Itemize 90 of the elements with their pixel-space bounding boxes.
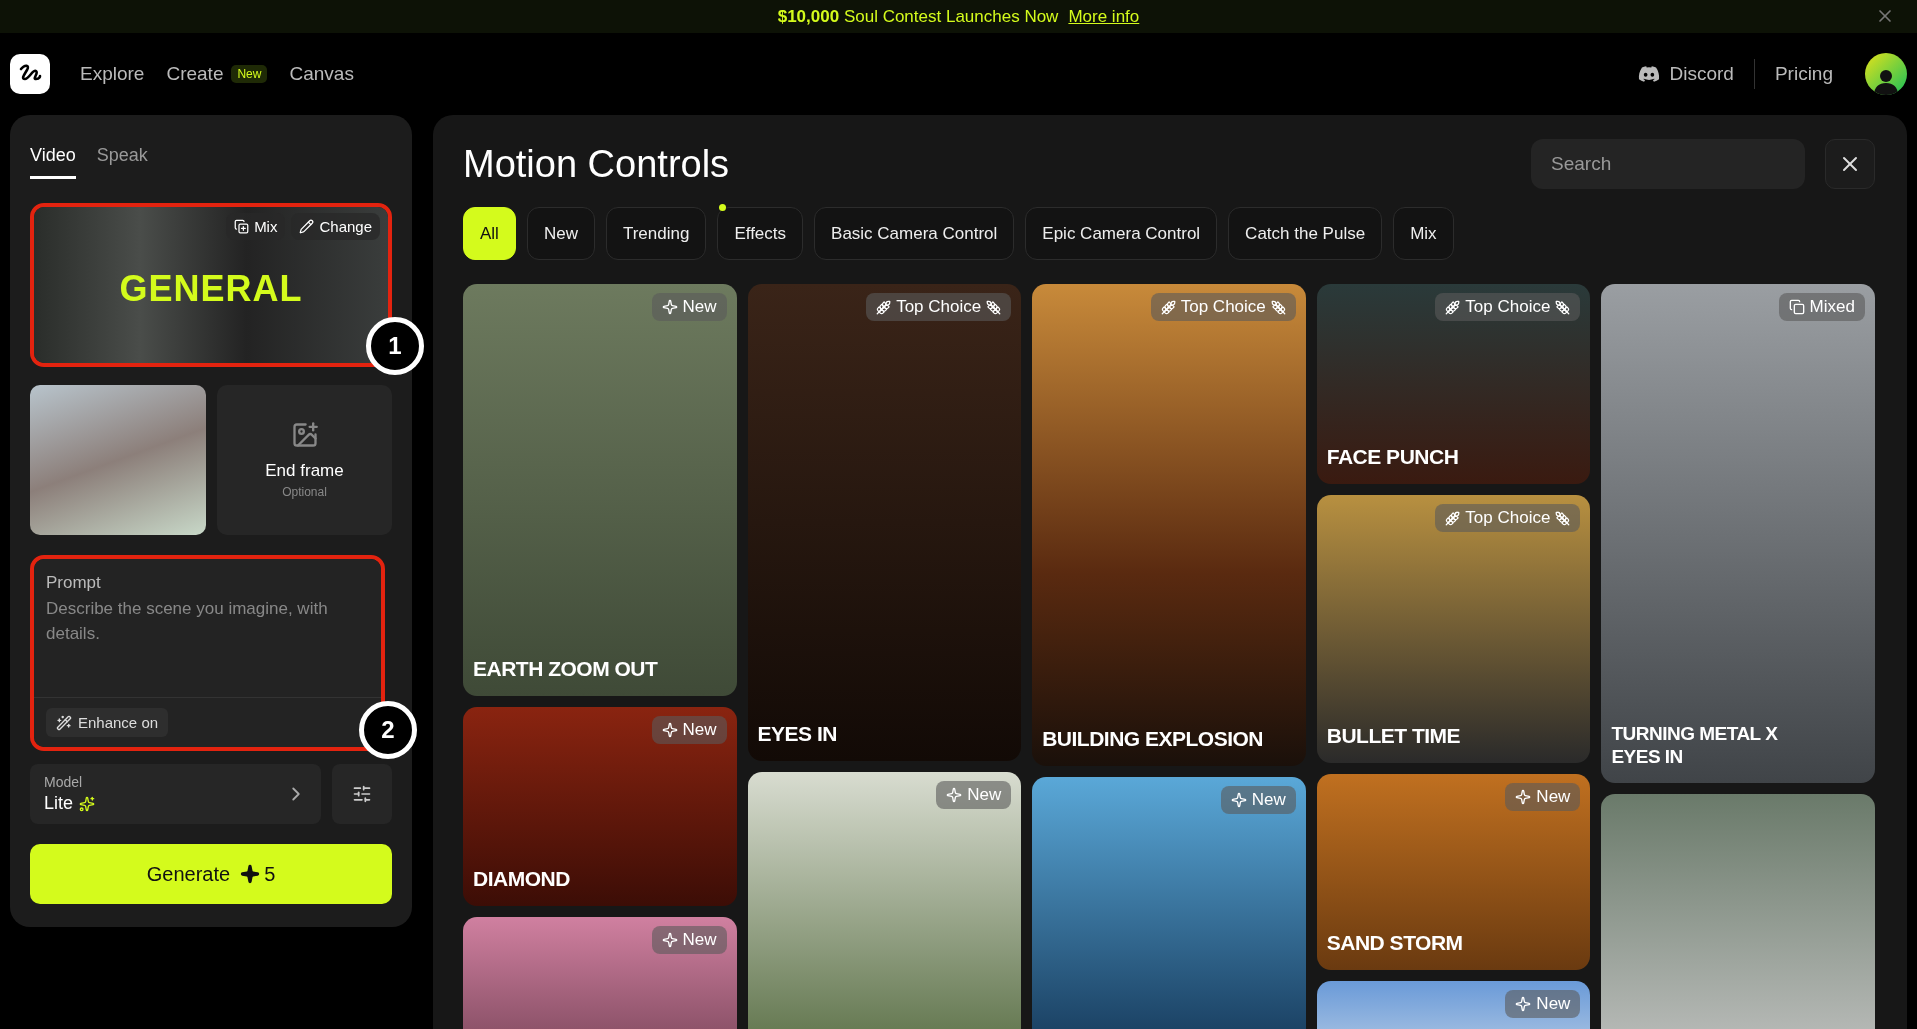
sliders-icon bbox=[352, 784, 372, 804]
step-marker: 1 bbox=[366, 317, 424, 375]
enhance-button[interactable]: Enhance on bbox=[46, 708, 169, 737]
wand-icon bbox=[56, 714, 72, 731]
badge-label: Top Choice bbox=[896, 297, 982, 317]
badge-label: New bbox=[1251, 790, 1286, 810]
pencil-icon bbox=[299, 219, 315, 234]
badge-label: New bbox=[682, 720, 717, 740]
preset-card[interactable]: Mix Change GENERAL bbox=[34, 207, 388, 363]
mode-tab[interactable]: Video bbox=[30, 145, 76, 179]
wheat-icon bbox=[986, 299, 1002, 315]
wheat-icon bbox=[1160, 299, 1176, 315]
more-info-link[interactable]: More info bbox=[1068, 6, 1140, 27]
panel-title: Motion Controls bbox=[463, 142, 731, 186]
badge-label: Mixed bbox=[1809, 297, 1855, 317]
search-field[interactable]: Search bbox=[1531, 139, 1805, 189]
badge-label: New bbox=[682, 297, 717, 317]
filter-chip[interactable]: Epic Camera Control bbox=[1025, 207, 1218, 260]
wheat-icon bbox=[1445, 510, 1461, 526]
banner-text: $10,000 Soul Contest Launches Now bbox=[777, 6, 1059, 27]
wheat-icon bbox=[1555, 510, 1571, 526]
sparkles-icon bbox=[79, 795, 96, 812]
card-title: TURNING METAL X EYES IN bbox=[1611, 721, 1779, 769]
effect-card[interactable]: Top Choice FACE PUNCH bbox=[1316, 284, 1591, 484]
prompt-field[interactable]: Prompt Describe the scene you imagine, with details. Enhance on bbox=[34, 559, 381, 747]
nav-link[interactable]: Explore bbox=[80, 63, 145, 85]
effect-card[interactable]: New EARTH ZOOM OUT bbox=[463, 284, 737, 696]
sparkle-icon bbox=[240, 864, 261, 884]
effect-card[interactable]: Top Choice BULLET TIME bbox=[1316, 495, 1591, 763]
badge-label: New bbox=[967, 785, 1002, 805]
wheat-icon bbox=[1555, 299, 1571, 315]
card-title: EARTH ZOOM OUT bbox=[473, 655, 658, 682]
step-marker: 2 bbox=[359, 701, 417, 759]
model-label: Model bbox=[44, 774, 84, 790]
filter-chip[interactable]: Catch the Pulse bbox=[1228, 207, 1383, 260]
nav-link[interactable]: Create New bbox=[166, 63, 268, 85]
effect-card[interactable]: New bbox=[463, 917, 737, 1029]
copy-plus-icon bbox=[234, 219, 250, 234]
card-title: EYES IN bbox=[757, 720, 837, 747]
logo-icon[interactable] bbox=[10, 54, 50, 94]
badge-label: New bbox=[1536, 787, 1571, 807]
copy-icon bbox=[1788, 299, 1805, 315]
badge-label: Top Choice bbox=[1465, 297, 1551, 317]
mode-tab[interactable]: Speak bbox=[96, 145, 148, 179]
card-title: FACE PUNCH bbox=[1326, 443, 1459, 470]
sparkle-icon bbox=[1515, 996, 1532, 1012]
effect-card[interactable]: Mixed TURNING METAL X EYES IN bbox=[1601, 284, 1875, 783]
settings-button[interactable] bbox=[332, 764, 392, 824]
wheat-icon bbox=[876, 299, 892, 315]
filter-chip[interactable]: Effects bbox=[717, 207, 804, 260]
card-title: BULLET TIME bbox=[1326, 722, 1461, 749]
preset-title: GENERAL bbox=[119, 268, 303, 310]
effect-card[interactable]: New bbox=[1032, 777, 1306, 1029]
badge-label: New bbox=[1536, 994, 1571, 1014]
filter-chip[interactable]: Basic Camera Control bbox=[814, 207, 1015, 260]
sparkle-icon bbox=[661, 932, 678, 948]
card-title: SAND STORM bbox=[1326, 929, 1463, 956]
effect-card[interactable]: New bbox=[1316, 981, 1591, 1029]
card-title: BUILDING EXPLOSION bbox=[1042, 725, 1264, 752]
badge-label: New bbox=[682, 930, 717, 950]
card-title: DIAMOND bbox=[473, 865, 570, 892]
effect-card[interactable]: Top Choice EYES IN bbox=[747, 284, 1022, 761]
model-selector[interactable]: Model Lite bbox=[30, 764, 321, 824]
sparkle-icon bbox=[661, 722, 678, 738]
effect-card[interactable]: New DIAMOND bbox=[463, 707, 737, 906]
model-value: Lite bbox=[44, 793, 74, 814]
effect-card[interactable]: New SAND STORM bbox=[1316, 774, 1591, 970]
image-plus-icon bbox=[290, 421, 319, 449]
effect-card[interactable]: Top Choice BUILDING EXPLOSION bbox=[1032, 284, 1306, 766]
close-button[interactable] bbox=[1825, 139, 1875, 189]
filter-chip[interactable]: All bbox=[463, 207, 516, 260]
wheat-icon bbox=[1445, 299, 1461, 315]
sparkle-icon bbox=[661, 299, 678, 315]
sparkle-icon bbox=[946, 787, 963, 803]
sparkle-icon bbox=[1230, 792, 1247, 808]
filter-chip[interactable]: Mix bbox=[1393, 207, 1454, 260]
prompt-label: Prompt bbox=[46, 573, 102, 593]
filter-chip[interactable]: Trending bbox=[605, 207, 707, 260]
discord-link[interactable]: Discord bbox=[1617, 63, 1754, 85]
sparkle-icon bbox=[1515, 789, 1532, 805]
avatar[interactable] bbox=[1865, 53, 1907, 95]
pricing-link[interactable]: Pricing bbox=[1754, 63, 1853, 85]
filter-chip[interactable]: New bbox=[526, 207, 595, 260]
badge-label: Top Choice bbox=[1180, 297, 1266, 317]
badge-label: Top Choice bbox=[1465, 508, 1551, 528]
new-badge: New bbox=[231, 65, 268, 83]
wheat-icon bbox=[1270, 299, 1286, 315]
nav-link[interactable]: Canvas bbox=[289, 63, 354, 85]
end-frame-button[interactable]: End frame Optional bbox=[217, 385, 392, 535]
generate-button[interactable]: Generate 5 bbox=[30, 844, 392, 904]
